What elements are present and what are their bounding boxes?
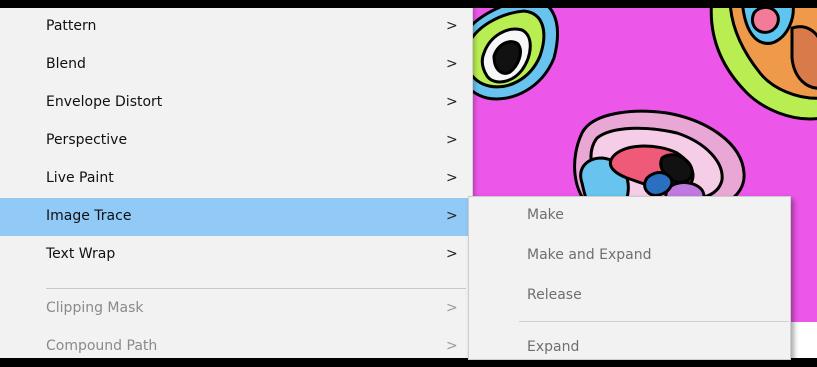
top-bar — [0, 0, 817, 8]
chevron-right-icon: > — [446, 18, 458, 34]
menu-item-label: Pattern — [46, 18, 97, 34]
submenu-item-make-and-expand[interactable]: Make and Expand — [469, 237, 790, 275]
menu-item-perspective[interactable]: Perspective > — [0, 122, 472, 160]
menu-item-blend[interactable]: Blend > — [0, 46, 472, 84]
chevron-right-icon: > — [446, 94, 458, 110]
context-menu: Pattern > Blend > Envelope Distort > Per… — [0, 8, 473, 358]
menu-item-label: Image Trace — [46, 208, 132, 224]
menu-item-label: Clipping Mask — [46, 300, 144, 316]
chevron-right-icon: > — [446, 170, 458, 186]
menu-item-live-paint[interactable]: Live Paint > — [0, 160, 472, 198]
submenu-item-release[interactable]: Release — [469, 277, 790, 315]
chevron-right-icon: > — [446, 208, 458, 224]
submenu-item-label: Expand — [527, 339, 580, 355]
menu-item-text-wrap[interactable]: Text Wrap > — [0, 236, 472, 274]
chevron-right-icon: > — [446, 132, 458, 148]
menu-item-compound-path[interactable]: Compound Path > — [0, 328, 472, 366]
submenu-item-label: Make and Expand — [527, 247, 652, 263]
chevron-right-icon: > — [446, 56, 458, 72]
menu-item-envelope-distort[interactable]: Envelope Distort > — [0, 84, 472, 122]
chevron-right-icon: > — [446, 246, 458, 262]
submenu-item-expand[interactable]: Expand — [469, 329, 790, 367]
submenu-separator — [519, 321, 789, 322]
menu-item-pattern[interactable]: Pattern > — [0, 8, 472, 46]
submenu-item-make[interactable]: Make — [469, 197, 790, 235]
submenu-item-label: Make — [527, 207, 564, 223]
image-trace-submenu: Make Make and Expand Release Expand — [468, 196, 791, 360]
chevron-right-icon: > — [446, 338, 458, 354]
submenu-item-label: Release — [527, 287, 582, 303]
menu-item-label: Perspective — [46, 132, 128, 148]
menu-item-label: Text Wrap — [46, 246, 116, 262]
menu-item-clipping-mask[interactable]: Clipping Mask > — [0, 290, 472, 328]
artboard-edge — [790, 322, 817, 358]
menu-separator — [46, 288, 466, 289]
chevron-right-icon: > — [446, 300, 458, 316]
menu-item-label: Envelope Distort — [46, 94, 163, 110]
menu-item-image-trace[interactable]: Image Trace > — [0, 198, 472, 236]
menu-item-label: Compound Path — [46, 338, 158, 354]
menu-item-label: Blend — [46, 56, 86, 72]
menu-item-label: Live Paint — [46, 170, 114, 186]
